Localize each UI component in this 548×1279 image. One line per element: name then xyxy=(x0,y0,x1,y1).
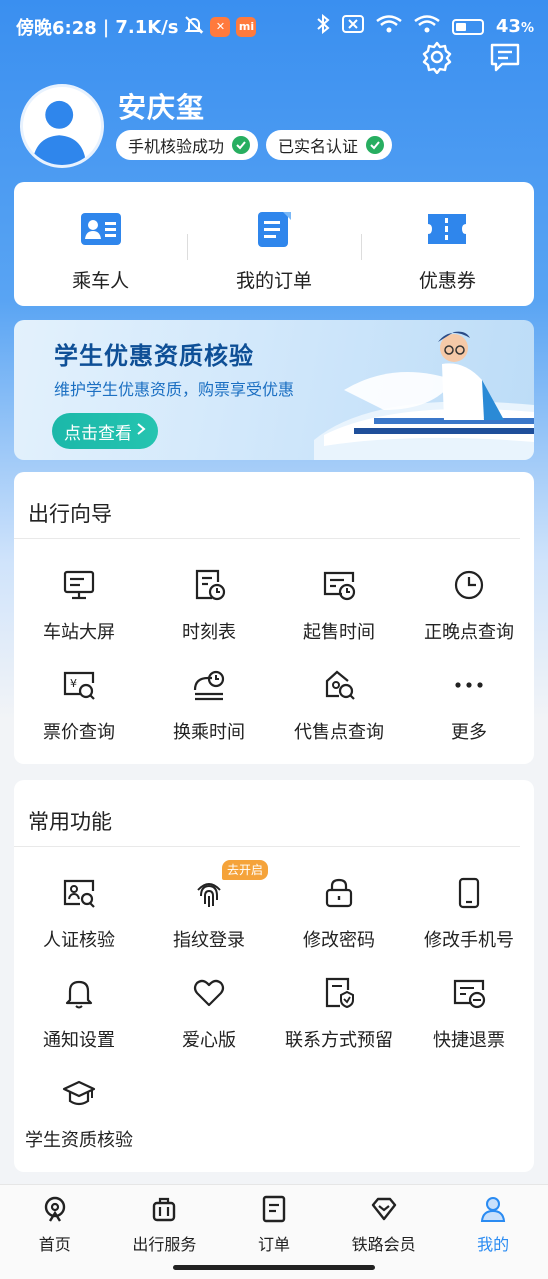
no-sim-icon xyxy=(341,15,364,38)
agency-search-icon xyxy=(322,668,356,706)
order-list-icon xyxy=(260,1195,288,1227)
wifi-icon xyxy=(376,15,402,38)
care-mode-button[interactable]: 爱心版 xyxy=(144,976,274,1052)
station-screen-icon xyxy=(62,568,96,606)
phone-icon xyxy=(452,876,486,914)
banner-title: 学生优惠资质核验 xyxy=(54,342,254,370)
banner-view-button[interactable]: 点击查看 xyxy=(52,413,158,449)
home-indicator[interactable] xyxy=(173,1265,375,1270)
battery-unit: % xyxy=(520,21,534,36)
enable-tag[interactable]: 去开启 xyxy=(222,860,269,880)
contact-icon xyxy=(322,976,356,1014)
change-phone-button[interactable]: 修改手机号 xyxy=(404,876,534,952)
heart-icon xyxy=(192,976,226,1014)
id-verify-icon xyxy=(62,876,96,914)
battery-percent: 43 xyxy=(495,16,521,37)
settings-gear-icon[interactable] xyxy=(420,40,454,78)
contact-reserve-button[interactable]: 联系方式预留 xyxy=(274,976,404,1052)
id-verify-button[interactable]: 人证核验 xyxy=(14,876,144,952)
fingerprint-login-button[interactable]: 指纹登录 xyxy=(144,876,274,952)
mute-icon xyxy=(184,15,204,40)
nav-mine[interactable]: 我的 xyxy=(438,1185,548,1279)
station-screen-button[interactable]: 车站大屏 xyxy=(14,568,144,644)
student-verify-button[interactable]: 学生资质核验 xyxy=(14,1076,144,1152)
graduation-cap-icon xyxy=(62,1076,96,1114)
status-time: 傍晚6:28 xyxy=(16,18,97,39)
nav-home[interactable]: 首页 xyxy=(0,1185,110,1279)
common-functions-title: 常用功能 xyxy=(28,810,112,834)
student-verify-banner[interactable]: 学生优惠资质核验 维护学生优惠资质，购票享受优惠 点击查看 xyxy=(14,320,534,460)
my-orders-label: 我的订单 xyxy=(235,270,312,292)
train-illustration xyxy=(314,331,534,460)
bluetooth-icon xyxy=(316,13,330,39)
more-icon xyxy=(452,668,486,706)
common-functions-card: 常用功能 人证核验 指纹登录 去开启 修改密码 修改手机号 通知设置 爱心版 联… xyxy=(14,780,534,1172)
bell-icon xyxy=(62,976,96,1014)
more-button[interactable]: 更多 xyxy=(404,668,534,744)
quick-refund-button[interactable]: 快捷退票 xyxy=(404,976,534,1052)
svg-text:¥: ¥ xyxy=(70,677,77,690)
fare-search-icon: ¥ xyxy=(62,668,96,706)
person-icon xyxy=(479,1195,507,1227)
delay-query-button[interactable]: 正晚点查询 xyxy=(404,568,534,644)
battery-icon xyxy=(451,18,484,35)
coupon-label: 优惠券 xyxy=(418,270,476,292)
luggage-icon xyxy=(150,1195,178,1227)
coupon-button[interactable]: 优惠券 xyxy=(360,182,534,306)
agency-query-button[interactable]: 代售点查询 xyxy=(274,668,404,744)
check-icon xyxy=(232,136,251,154)
user-name: 安庆玺 xyxy=(118,91,206,124)
avatar[interactable] xyxy=(20,84,104,168)
phone-verified-badge: 手机核验成功 xyxy=(116,130,259,160)
network-speed: 7.1K/s xyxy=(115,16,179,38)
wifi-icon-2 xyxy=(414,15,440,38)
my-orders-button[interactable]: 我的订单 xyxy=(187,182,360,306)
change-password-button[interactable]: 修改密码 xyxy=(274,876,404,952)
passenger-icon xyxy=(80,210,122,252)
fingerprint-icon xyxy=(192,876,226,914)
message-icon[interactable] xyxy=(488,40,522,78)
sale-time-button[interactable]: 起售时间 xyxy=(274,568,404,644)
travel-guide-card: 出行向导 车站大屏 时刻表 起售时间 正晚点查询 ¥ 票价查询 换乘时间 代售点… xyxy=(14,472,534,764)
mi-notification-icon: mi xyxy=(236,17,257,37)
order-icon xyxy=(253,210,295,252)
lock-icon xyxy=(322,876,356,914)
app-notification-icon: ✕ xyxy=(210,17,231,37)
banner-subtitle: 维护学生优惠资质，购票享受优惠 xyxy=(54,380,295,399)
realname-verified-badge: 已实名认证 xyxy=(266,130,393,160)
transfer-time-button[interactable]: 换乘时间 xyxy=(144,668,274,744)
coupon-icon xyxy=(426,210,468,252)
check-icon xyxy=(366,136,385,154)
home-icon xyxy=(41,1195,69,1227)
refund-icon xyxy=(452,976,486,1014)
timetable-button[interactable]: 时刻表 xyxy=(144,568,274,644)
passenger-label: 乘车人 xyxy=(72,270,130,292)
transfer-time-icon xyxy=(192,668,226,706)
travel-guide-title: 出行向导 xyxy=(28,502,112,526)
quick-links-card: 乘车人 我的订单 优惠券 xyxy=(14,182,534,306)
fare-query-button[interactable]: ¥ 票价查询 xyxy=(14,668,144,744)
timetable-icon xyxy=(192,568,226,606)
diamond-icon xyxy=(370,1195,398,1227)
passenger-button[interactable]: 乘车人 xyxy=(14,182,187,306)
chevron-right-icon xyxy=(136,421,146,441)
sale-time-icon xyxy=(322,568,356,606)
clock-icon xyxy=(452,568,486,606)
notification-settings-button[interactable]: 通知设置 xyxy=(14,976,144,1052)
